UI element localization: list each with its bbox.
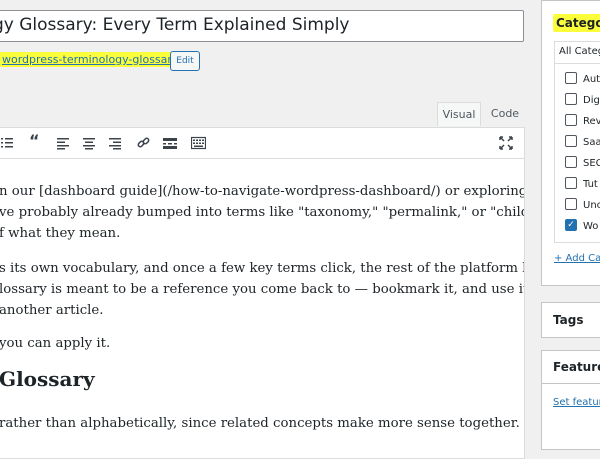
category-item[interactable]: Dig [565, 93, 600, 109]
post-title-field[interactable]: gy Glossary: Every Term Explained Simply [0, 10, 524, 42]
paragraph-line: rather than alphabetically, since relate… [0, 416, 525, 431]
category-label: Aut [583, 74, 600, 85]
category-checkbox[interactable] [565, 114, 577, 126]
category-checkbox[interactable] [565, 72, 577, 84]
link-icon[interactable] [137, 136, 150, 150]
category-checkbox[interactable] [565, 177, 577, 189]
tags-panel-title: Tags [553, 313, 584, 327]
tab-code[interactable]: Code [485, 102, 525, 126]
category-item[interactable]: Rev [565, 114, 600, 130]
panel-divider [542, 383, 600, 384]
align-left-icon[interactable] [57, 136, 69, 150]
toolbar-toggle-icon[interactable] [191, 136, 206, 150]
category-checkbox[interactable] [565, 135, 577, 147]
featured-image-panel: Featured Set featur [541, 350, 600, 450]
category-item[interactable]: Tut [565, 177, 598, 193]
paragraph-line: lossary is meant to be a reference you c… [0, 282, 524, 297]
paragraph-line: another article. [0, 303, 104, 318]
category-checkbox[interactable] [565, 93, 577, 105]
category-item[interactable]: ✓ Wo [565, 219, 598, 235]
category-label: SEC [583, 158, 600, 169]
read-more-icon[interactable] [163, 136, 177, 150]
category-label: Unc [583, 200, 600, 211]
category-item[interactable]: SEC [565, 156, 600, 172]
permalink-link[interactable]: wordpress-terminology-glossary/ [0, 52, 185, 67]
category-label: Dig [583, 95, 600, 106]
category-label: Tut [583, 179, 598, 190]
categories-panel-title: Categorie [553, 14, 600, 32]
editor-toolbar: “ [0, 127, 525, 159]
align-right-icon[interactable] [109, 136, 121, 150]
category-label: Rev [583, 116, 600, 127]
align-center-icon[interactable] [83, 136, 95, 150]
section-heading: Glossary [0, 367, 95, 391]
tags-panel[interactable]: Tags [541, 302, 600, 338]
paragraph-line: you can apply it. [0, 336, 111, 351]
post-title-text: gy Glossary: Every Term Explained Simply [0, 15, 350, 35]
numbered-list-icon[interactable] [1, 136, 13, 150]
paragraph-line: n our [dashboard guide](/how-to-navigate… [0, 184, 525, 199]
tab-all-categories[interactable]: All Categ [554, 41, 600, 63]
categories-panel: Categorie All Categ Aut Dig Rev Saa SEC … [541, 0, 600, 286]
category-list: Aut Dig Rev Saa SEC Tut Unc ✓ Wo [554, 63, 600, 243]
permalink: wordpress-terminology-glossary/ [0, 52, 185, 67]
tab-visual[interactable]: Visual [437, 102, 481, 126]
fullscreen-icon[interactable] [499, 136, 513, 150]
category-item[interactable]: Aut [565, 72, 600, 88]
add-category-link[interactable]: + Add Ca [554, 253, 600, 264]
category-checkbox[interactable] [565, 198, 577, 210]
category-label: Wo [583, 221, 599, 232]
set-featured-image-link[interactable]: Set featur [553, 397, 600, 408]
paragraph-line: f what they mean. [0, 226, 121, 241]
category-label: Saa [583, 137, 600, 148]
blockquote-icon[interactable]: “ [29, 133, 40, 149]
category-checkbox-checked[interactable]: ✓ [565, 219, 577, 231]
paragraph-line: s its own vocabulary, and once a few key… [0, 261, 525, 276]
permalink-edit-button[interactable]: Edit [170, 51, 200, 71]
category-item[interactable]: Saa [565, 135, 600, 151]
editor-content[interactable]: n our [dashboard guide](/how-to-navigate… [0, 159, 525, 459]
category-item[interactable]: Unc [565, 198, 600, 214]
categories-title-text[interactable]: Categorie [553, 14, 600, 32]
category-checkbox[interactable] [565, 156, 577, 168]
paragraph-line: ve probably already bumped into terms li… [0, 205, 525, 220]
featured-image-panel-title[interactable]: Featured [553, 360, 600, 374]
